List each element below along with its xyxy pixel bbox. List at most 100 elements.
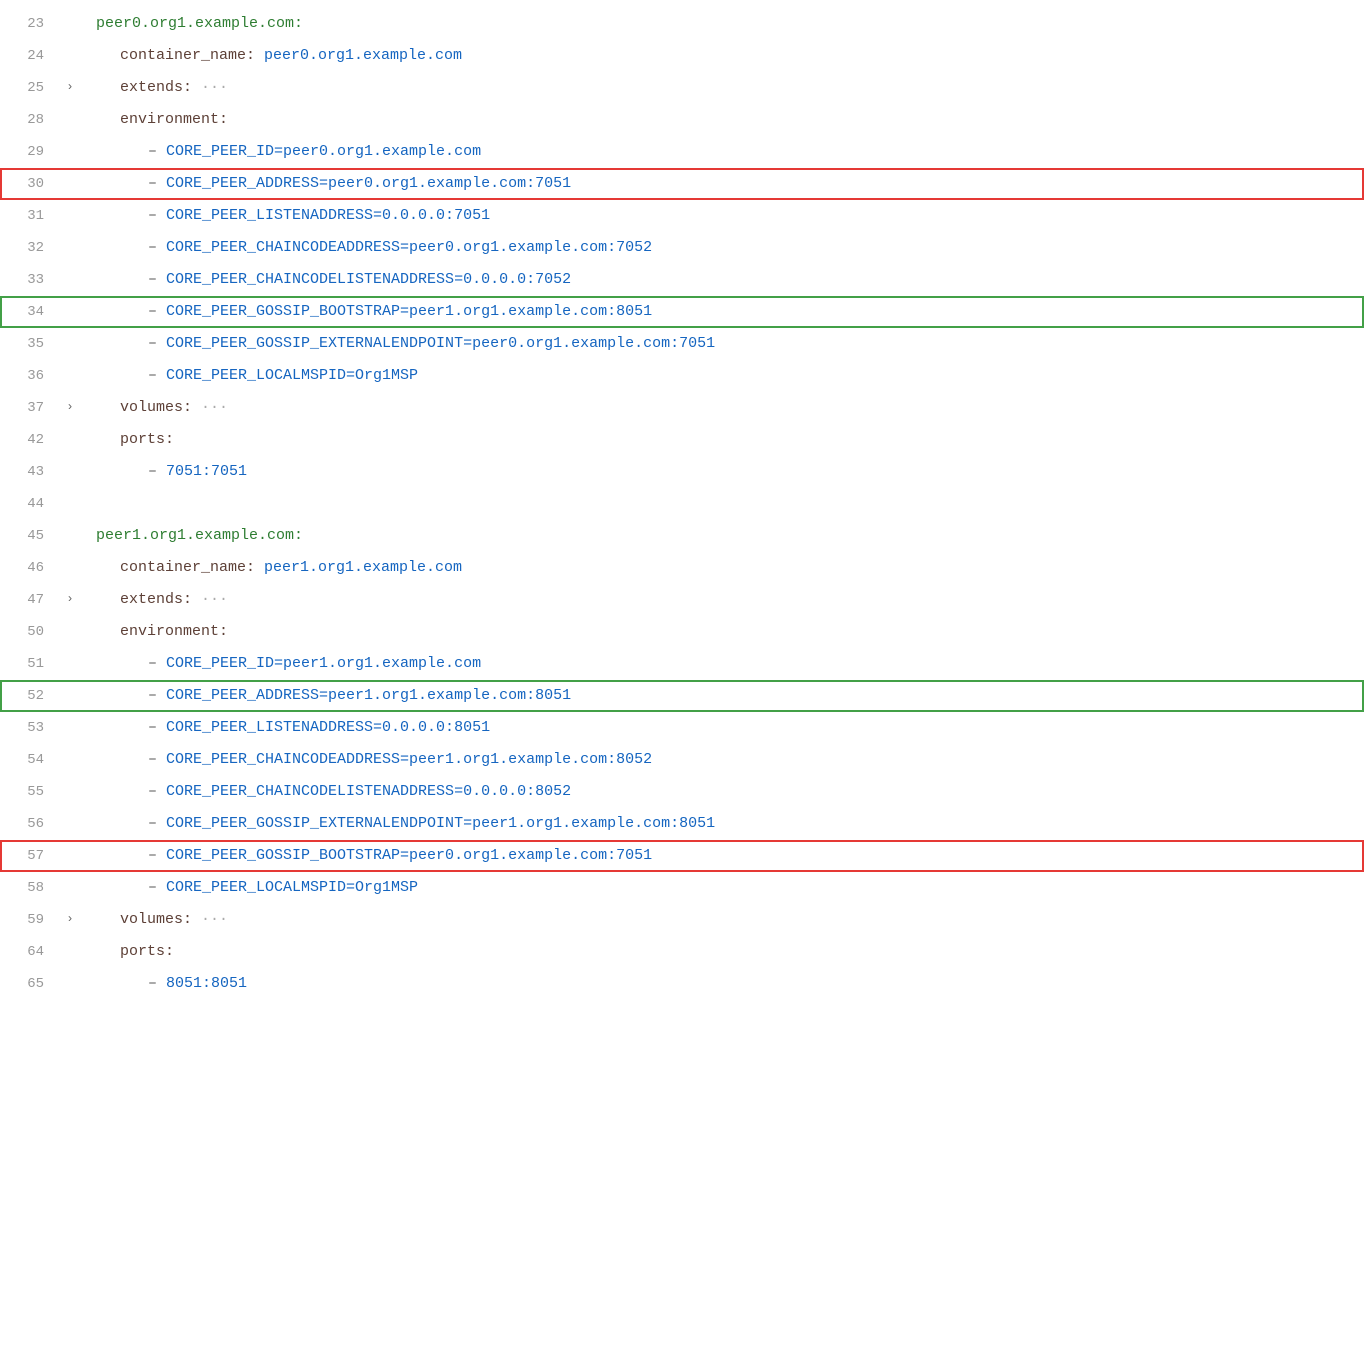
- code-line: 36– CORE_PEER_LOCALMSPID=Org1MSP: [0, 360, 1364, 392]
- line-number: 59: [0, 904, 60, 936]
- dash-marker: –: [148, 172, 166, 196]
- key-label: environment:: [120, 108, 228, 132]
- line-number: 44: [0, 488, 60, 520]
- line-content: peer0.org1.example.com:: [80, 8, 1364, 40]
- key-label: container_name:: [120, 44, 264, 68]
- key-label: volumes:: [120, 396, 201, 420]
- code-line: 47›extends: ···: [0, 584, 1364, 616]
- line-content: – 8051:8051: [80, 968, 1364, 1000]
- line-number: 24: [0, 40, 60, 72]
- line-gutter: [60, 616, 80, 648]
- line-gutter: [60, 232, 80, 264]
- line-number: 50: [0, 616, 60, 648]
- line-number: 52: [0, 680, 60, 712]
- key-label: extends:: [120, 76, 201, 100]
- line-number: 46: [0, 552, 60, 584]
- line-content: – CORE_PEER_GOSSIP_BOOTSTRAP=peer1.org1.…: [80, 296, 1364, 328]
- line-gutter[interactable]: ›: [60, 904, 80, 936]
- dash-marker: –: [148, 140, 166, 164]
- line-content: environment:: [80, 616, 1364, 648]
- code-line: 30 – CORE_PEER_ADDRESS=peer0.org1.example…: [0, 168, 1364, 200]
- value-text: CORE_PEER_GOSSIP_BOOTSTRAP=peer0.org1.ex…: [166, 844, 652, 868]
- line-gutter: [60, 936, 80, 968]
- line-number: 23: [0, 8, 60, 40]
- dash-marker: –: [148, 268, 166, 292]
- line-content: – CORE_PEER_ADDRESS=peer0.org1.example.c…: [80, 168, 1364, 200]
- key-label: volumes:: [120, 908, 201, 932]
- line-number: 53: [0, 712, 60, 744]
- line-gutter: [60, 360, 80, 392]
- line-content: ports:: [80, 424, 1364, 456]
- line-content: – CORE_PEER_LOCALMSPID=Org1MSP: [80, 872, 1364, 904]
- line-content: peer1.org1.example.com:: [80, 520, 1364, 552]
- key-label: peer1.org1.example.com:: [96, 524, 303, 548]
- value-text: CORE_PEER_LISTENADDRESS=0.0.0.0:8051: [166, 716, 490, 740]
- line-number: 47: [0, 584, 60, 616]
- line-gutter[interactable]: ›: [60, 584, 80, 616]
- code-line: 32– CORE_PEER_CHAINCODEADDRESS=peer0.org…: [0, 232, 1364, 264]
- line-number: 35: [0, 328, 60, 360]
- line-gutter: [60, 520, 80, 552]
- dash-marker: –: [148, 748, 166, 772]
- value-text: CORE_PEER_GOSSIP_BOOTSTRAP=peer1.org1.ex…: [166, 300, 652, 324]
- line-content: – CORE_PEER_ID=peer0.org1.example.com: [80, 136, 1364, 168]
- line-number: 57: [0, 840, 60, 872]
- line-gutter: [60, 40, 80, 72]
- line-content: – CORE_PEER_LISTENADDRESS=0.0.0.0:7051: [80, 200, 1364, 232]
- line-gutter: [60, 872, 80, 904]
- line-content: – CORE_PEER_CHAINCODEADDRESS=peer1.org1.…: [80, 744, 1364, 776]
- code-line: 37›volumes: ···: [0, 392, 1364, 424]
- line-number: 32: [0, 232, 60, 264]
- line-number: 29: [0, 136, 60, 168]
- key-label: environment:: [120, 620, 228, 644]
- dash-marker: –: [148, 972, 166, 996]
- line-gutter: [60, 648, 80, 680]
- value-text: CORE_PEER_ID=peer1.org1.example.com: [166, 652, 481, 676]
- value-text: CORE_PEER_ADDRESS=peer1.org1.example.com…: [166, 684, 571, 708]
- line-content: – CORE_PEER_ADDRESS=peer1.org1.example.c…: [80, 680, 1364, 712]
- line-number: 58: [0, 872, 60, 904]
- code-line: 64ports:: [0, 936, 1364, 968]
- line-number: 64: [0, 936, 60, 968]
- code-line: 46container_name: peer1.org1.example.com: [0, 552, 1364, 584]
- dash-marker: –: [148, 716, 166, 740]
- line-content: container_name: peer0.org1.example.com: [80, 40, 1364, 72]
- code-line: 56– CORE_PEER_GOSSIP_EXTERNALENDPOINT=pe…: [0, 808, 1364, 840]
- code-line: 35– CORE_PEER_GOSSIP_EXTERNALENDPOINT=pe…: [0, 328, 1364, 360]
- ellipsis: ···: [201, 908, 228, 932]
- value-text: CORE_PEER_LOCALMSPID=Org1MSP: [166, 364, 418, 388]
- line-gutter: [60, 744, 80, 776]
- dash-marker: –: [148, 332, 166, 356]
- code-line: 55– CORE_PEER_CHAINCODELISTENADDRESS=0.0…: [0, 776, 1364, 808]
- dash-marker: –: [148, 780, 166, 804]
- line-gutter: [60, 840, 80, 872]
- code-viewer: 23 peer0.org1.example.com: 24 container_nam…: [0, 0, 1364, 1350]
- value-text: CORE_PEER_LOCALMSPID=Org1MSP: [166, 876, 418, 900]
- line-gutter: [60, 424, 80, 456]
- line-gutter: [60, 456, 80, 488]
- line-number: 31: [0, 200, 60, 232]
- line-content: – CORE_PEER_GOSSIP_BOOTSTRAP=peer0.org1.…: [80, 840, 1364, 872]
- code-line: 54– CORE_PEER_CHAINCODEADDRESS=peer1.org…: [0, 744, 1364, 776]
- dash-marker: –: [148, 876, 166, 900]
- line-content: volumes: ···: [80, 904, 1364, 936]
- line-content: extends: ···: [80, 72, 1364, 104]
- line-gutter[interactable]: ›: [60, 72, 80, 104]
- value-text: CORE_PEER_ADDRESS=peer0.org1.example.com…: [166, 172, 571, 196]
- code-line: 53 – CORE_PEER_LISTENADDRESS=0.0.0.0:8051: [0, 712, 1364, 744]
- value-text: CORE_PEER_LISTENADDRESS=0.0.0.0:7051: [166, 204, 490, 228]
- line-number: 30: [0, 168, 60, 200]
- line-gutter: [60, 168, 80, 200]
- code-line: 31 – CORE_PEER_LISTENADDRESS=0.0.0.0:7051: [0, 200, 1364, 232]
- line-gutter[interactable]: ›: [60, 392, 80, 424]
- line-number: 34: [0, 296, 60, 328]
- line-gutter: [60, 680, 80, 712]
- line-content: – CORE_PEER_CHAINCODELISTENADDRESS=0.0.0…: [80, 264, 1364, 296]
- value-text: CORE_PEER_CHAINCODEADDRESS=peer1.org1.ex…: [166, 748, 652, 772]
- line-content: – CORE_PEER_CHAINCODELISTENADDRESS=0.0.0…: [80, 776, 1364, 808]
- dash-marker: –: [148, 364, 166, 388]
- ellipsis: ···: [201, 76, 228, 100]
- line-gutter: [60, 488, 80, 520]
- code-line: 29 – CORE_PEER_ID=peer0.org1.example.com: [0, 136, 1364, 168]
- value-text: 8051:8051: [166, 972, 247, 996]
